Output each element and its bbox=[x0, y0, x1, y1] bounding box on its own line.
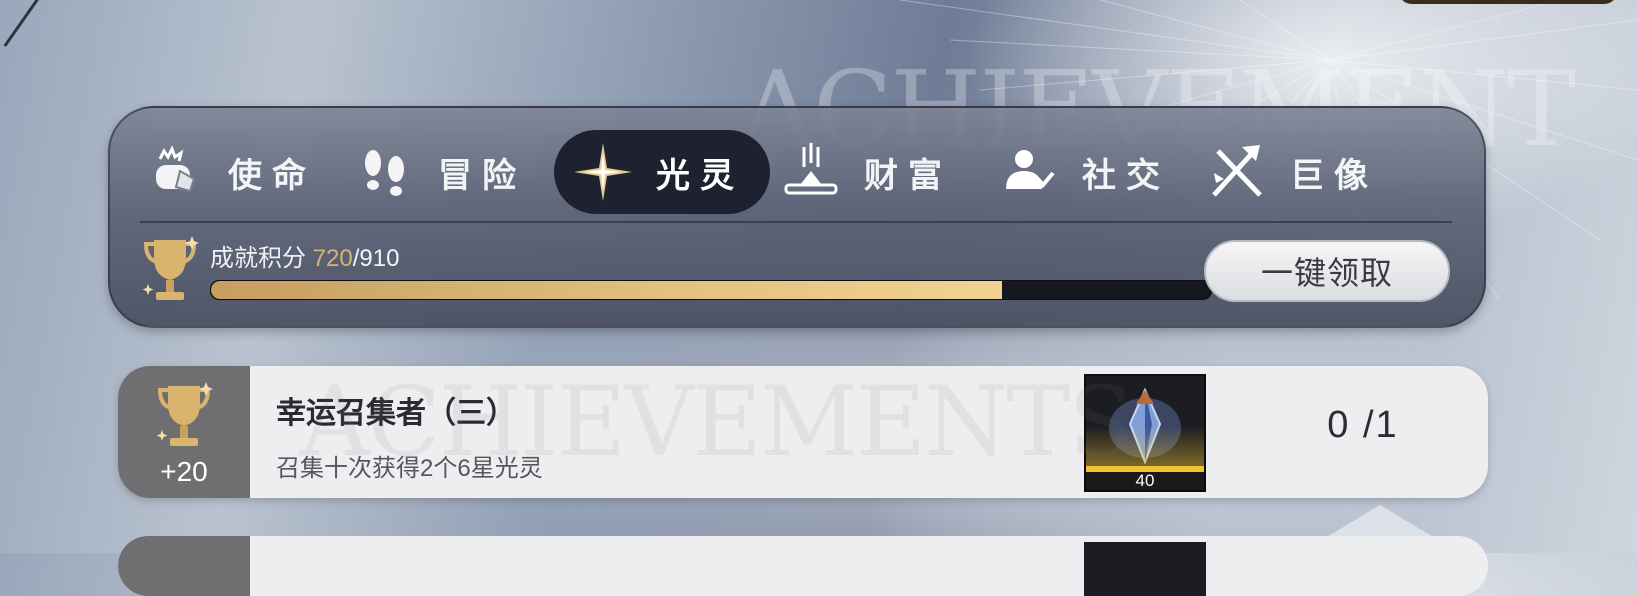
star-sparkle-icon bbox=[574, 143, 632, 201]
achievement-header-panel: 使命 冒险 光灵 财富 社交 巨像 成就积分 720/910 一键领取 bbox=[108, 106, 1486, 328]
score-total: /910 bbox=[352, 245, 400, 272]
treasure-icon bbox=[784, 143, 838, 195]
card-watermark: ACHIEVEMENTS bbox=[300, 366, 1134, 478]
achievement-points-box: +20 bbox=[118, 366, 250, 498]
tab-label: 冒险 bbox=[438, 155, 526, 196]
achievement-card-next bbox=[118, 536, 1488, 596]
achievement-points: +20 bbox=[160, 456, 208, 487]
tab-spirit[interactable]: 光灵 bbox=[554, 130, 770, 214]
trophy-icon bbox=[156, 382, 213, 446]
crossed-swords-icon bbox=[1212, 145, 1262, 197]
trophy-icon bbox=[142, 236, 199, 300]
fist-icon bbox=[156, 145, 196, 193]
corner-decoration bbox=[3, 0, 41, 47]
category-tabs: 使命 冒险 光灵 财富 社交 巨像 bbox=[110, 130, 1484, 214]
tab-mission[interactable]: 使命 bbox=[144, 130, 316, 214]
score-current: 720 bbox=[312, 245, 353, 272]
claim-all-label: 一键领取 bbox=[1260, 255, 1393, 291]
achievement-progress: 0 /1 bbox=[1327, 404, 1399, 446]
tab-colossus[interactable]: 巨像 bbox=[1206, 130, 1378, 214]
tab-label: 巨像 bbox=[1290, 155, 1378, 196]
user-check-icon bbox=[1006, 150, 1055, 189]
achievement-points-box bbox=[118, 536, 250, 596]
tab-label: 光灵 bbox=[656, 155, 744, 196]
score-progress-bar bbox=[210, 280, 1212, 300]
tab-label: 社交 bbox=[1082, 155, 1170, 196]
tab-wealth[interactable]: 财富 bbox=[780, 130, 952, 214]
tab-label: 使命 bbox=[228, 155, 316, 196]
tab-label: 财富 bbox=[864, 155, 952, 196]
achievement-score: 成就积分 720/910 bbox=[210, 238, 399, 273]
footprints-icon bbox=[365, 150, 404, 196]
score-progress-fill bbox=[211, 281, 1002, 299]
tab-adventure[interactable]: 冒险 bbox=[354, 130, 526, 214]
divider bbox=[140, 221, 1452, 223]
tab-social[interactable]: 社交 bbox=[998, 130, 1170, 214]
score-label: 成就积分 bbox=[210, 245, 306, 272]
claim-all-button[interactable]: 一键领取 bbox=[1204, 240, 1450, 302]
reward-item[interactable] bbox=[1084, 542, 1206, 596]
top-corner-frame bbox=[1398, 0, 1618, 4]
